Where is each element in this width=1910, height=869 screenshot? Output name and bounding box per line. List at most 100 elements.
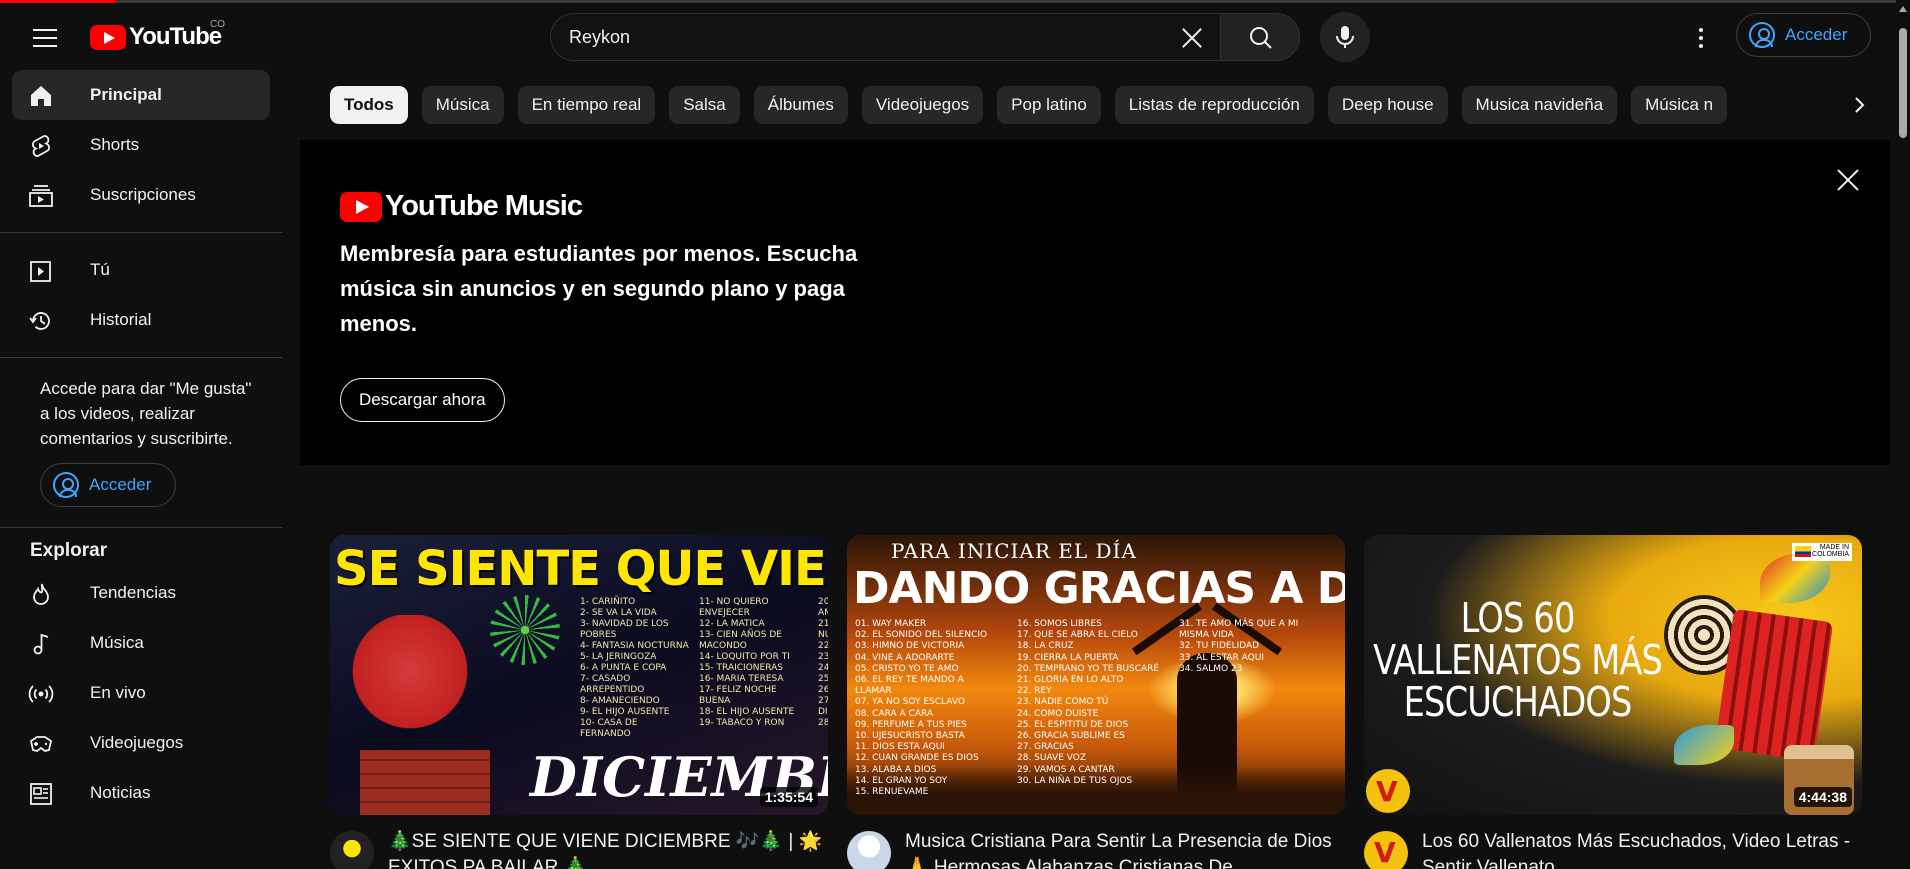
tracklist-item: 10. UJESUCRISTO BASTA — [855, 731, 965, 742]
sidebar-item-videojuegos[interactable]: Videojuegos — [12, 718, 270, 768]
youtube-logo[interactable]: YouTube CO — [90, 19, 225, 51]
signin-label: Acceder — [1785, 25, 1848, 44]
sidebar-item-musica[interactable]: Música — [12, 618, 270, 668]
chip-videojuegos[interactable]: Videojuegos — [861, 86, 984, 124]
video-thumbnail[interactable]: SE SIENTE QUE VIENE 1- CARIÑITO2- SE VA … — [330, 535, 828, 815]
page-scrollbar[interactable] — [1896, 0, 1910, 869]
menu-icon[interactable] — [28, 21, 62, 55]
signin-button[interactable]: Acceder — [1736, 13, 1871, 57]
santa-graphic — [350, 615, 470, 755]
video-card[interactable]: SE SIENTE QUE VIENE 1- CARIÑITO2- SE VA … — [330, 535, 828, 869]
chevron-right-icon — [1855, 97, 1865, 113]
home-icon — [31, 86, 51, 106]
sidebar-item-shorts[interactable]: Shorts — [12, 120, 270, 170]
news-icon — [30, 783, 52, 805]
chip-en-tiempo-real[interactable]: En tiempo real — [517, 86, 656, 124]
video-meta: 🎄SE SIENTE QUE VIENE DICIEMBRE 🎶🎄 | 🌟 EX… — [330, 829, 828, 869]
video-card[interactable]: PARA INICIAR EL DÍA DANDO GRACIAS A DIOS… — [847, 535, 1345, 869]
youtube-music-promo-banner: YouTube Music Membresía para estudiantes… — [300, 140, 1890, 465]
channel-badge-icon — [1366, 769, 1410, 813]
sidebar-item-tendencias[interactable]: Tendencias — [12, 568, 270, 618]
video-thumbnail[interactable]: PARA INICIAR EL DÍA DANDO GRACIAS A DIOS… — [847, 535, 1345, 815]
scrollbar-thumb[interactable] — [1899, 28, 1907, 138]
download-now-button[interactable]: Descargar ahora — [340, 378, 505, 422]
tracklist-item: 17. QUE SE ABRA EL CIELO — [1017, 630, 1138, 641]
tracklist-item: 4- FANTASIA NOCTURNA — [580, 641, 689, 651]
gaming-icon — [29, 736, 53, 752]
channel-avatar[interactable] — [1364, 831, 1408, 869]
sidebar-item-noticias[interactable]: Noticias — [12, 768, 270, 818]
chip-listas-de-reproduccion[interactable]: Listas de reproducción — [1114, 86, 1314, 124]
tracklist-item: 01. WAY MAKER — [855, 619, 927, 629]
banner-logo-text: YouTube Music — [385, 190, 583, 222]
sidebar-item-en-vivo[interactable]: En vivo — [12, 668, 270, 718]
video-title[interactable]: Los 60 Vallenatos Más Escuchados, Video … — [1422, 829, 1862, 869]
tracklist-item: 14- LOQUITO POR TI — [699, 652, 790, 662]
search-button[interactable] — [1220, 13, 1300, 61]
video-title[interactable]: 🎄SE SIENTE QUE VIENE DICIEMBRE 🎶🎄 | 🌟 EX… — [388, 829, 828, 869]
thumbnail-tracklist: 01. WAY MAKER 02. EL SONIDO DEL SILENCIO 0… — [855, 619, 1298, 809]
filter-chips-bar: Todos Música En tiempo real Salsa Álbume… — [330, 86, 1830, 126]
tracklist-item: 21- VISPERA DE AÑO NUEVO — [818, 619, 828, 640]
signin-prompt-text: Accede para dar "Me gusta" a los videos,… — [40, 379, 252, 448]
tracklist-item: 22- LLEGO NAVIDAD — [818, 641, 828, 651]
chips-next-button[interactable] — [1840, 86, 1878, 124]
tracklist-item: 19- TABACO Y RON — [699, 718, 785, 728]
sidebar-item-suscripciones[interactable]: Suscripciones — [12, 170, 270, 220]
tracklist-item: 25. EL ESPITITU DE DIOS — [1017, 719, 1129, 730]
tracklist-item: 16. SOMOS LIBRES — [1017, 619, 1102, 629]
tracklist-item: 6- A PUNTA E COPA — [580, 663, 667, 673]
chip-todos[interactable]: Todos — [330, 86, 408, 124]
search-input[interactable] — [569, 26, 1149, 48]
chip-musica-n[interactable]: Música n — [1631, 86, 1728, 124]
settings-menu-icon[interactable] — [1686, 23, 1716, 53]
banner-text: Membresía para estudiantes por menos. Es… — [340, 241, 858, 336]
tracklist-item: 1- CARIÑITO — [580, 597, 636, 607]
sidebar-divider — [0, 357, 282, 358]
tracklist-item: 18. LA CRUZ — [1017, 641, 1074, 652]
live-icon — [28, 685, 54, 703]
chip-pop-latino[interactable]: Pop latino — [997, 86, 1101, 124]
youtube-play-icon — [90, 24, 126, 50]
tracklist-item: 05. CRISTO YO TE AMO — [855, 663, 959, 674]
subscriptions-icon — [29, 185, 53, 207]
tracklist-item: 24- OJITOS HECHICEROS — [818, 663, 828, 673]
video-title[interactable]: Musica Cristiana Para Sentir La Presenci… — [905, 829, 1345, 869]
tracklist-item: 15. RENUEVAME — [855, 787, 929, 798]
youtube-play-icon — [340, 191, 382, 222]
sidebar-item-label: Videojuegos — [90, 733, 184, 752]
thumbnail-tracklist: 1- CARIÑITO 2- SE VA LA VIDA 3- NAVIDAD DE… — [580, 597, 828, 747]
voice-search-button[interactable] — [1320, 12, 1370, 62]
tracklist-item: 3- NAVIDAD DE LOS POBRES — [580, 619, 669, 640]
explore-title: Explorar — [30, 540, 108, 561]
logo-text: YouTube — [129, 23, 222, 50]
chip-deep-house[interactable]: Deep house — [1327, 86, 1448, 124]
chip-musica[interactable]: Música — [421, 86, 504, 124]
channel-avatar[interactable] — [847, 831, 891, 869]
sidebar-item-tu[interactable]: Tú — [12, 245, 270, 295]
microphone-icon — [1336, 26, 1354, 48]
tracklist-item: 27. GRACIAS — [1017, 742, 1074, 753]
tracklist-item: 9- EL HIJO AUSENTE — [580, 707, 670, 717]
chip-salsa[interactable]: Salsa — [669, 86, 740, 124]
sidebar-item-principal[interactable]: Principal — [12, 70, 270, 120]
scroll-up-arrow-icon[interactable] — [1899, 6, 1907, 12]
sidebar-item-label: Shorts — [90, 135, 140, 154]
sidebar-item-historial[interactable]: Historial — [12, 295, 270, 345]
tracklist-item: 08. CARA A CARA — [855, 708, 934, 719]
trending-icon — [33, 583, 49, 605]
video-card[interactable]: MADE IN COLOMBIA LOS 60 VALLENATOS MÁS E… — [1364, 535, 1862, 869]
chip-albumes[interactable]: Álbumes — [753, 86, 848, 124]
clear-search-icon[interactable] — [1176, 22, 1208, 54]
chip-musica-navidena[interactable]: Musica navideña — [1461, 86, 1618, 124]
close-icon[interactable] — [1832, 164, 1864, 196]
video-thumbnail[interactable]: MADE IN COLOMBIA LOS 60 VALLENATOS MÁS E… — [1364, 535, 1862, 815]
tracklist-item: 30. LA NIÑA DE TUS OJOS — [1017, 775, 1133, 786]
tracklist-item: 29. VAMOS A CANTAR — [1017, 764, 1115, 775]
made-in-colombia-flag: MADE IN COLOMBIA — [1792, 543, 1852, 561]
fireworks-graphic — [490, 595, 560, 665]
tracklist-item: 12- LA MATICA — [699, 619, 765, 629]
channel-avatar[interactable] — [330, 831, 374, 869]
sidebar-signin-button[interactable]: Acceder — [40, 463, 176, 507]
tracklist-item: 03. HIMNO DE VICTORIA — [855, 641, 965, 652]
